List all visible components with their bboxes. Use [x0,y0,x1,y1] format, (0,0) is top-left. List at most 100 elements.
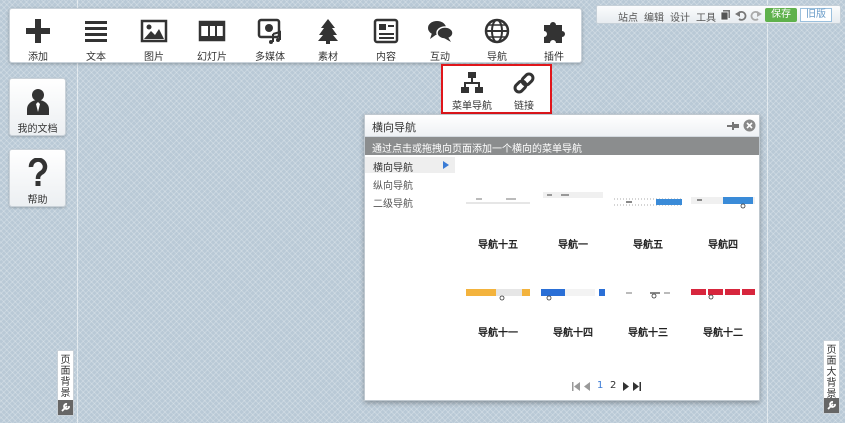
navigation-panel: 横向导航 通过点击或拖拽向页面添加一个横向的菜单导航 横向导航 纵向导航 二级导… [364,114,760,401]
page-background-tab[interactable]: 页面背景 [57,350,74,416]
last-page-icon[interactable] [633,382,641,391]
nav-preview [691,197,755,209]
nav-thumbnail[interactable]: 导航五 [610,190,686,260]
category-secondary-nav[interactable]: 二级导航 [365,193,455,210]
text-lines-icon [85,21,107,42]
filmstrip-icon [198,20,226,42]
tool-navigation[interactable]: 导航 [469,9,525,64]
category-vertical-nav[interactable]: 纵向导航 [365,175,455,192]
tool-material-label: 素材 [318,52,338,63]
tool-add[interactable]: 添加 [10,9,66,64]
nav-thumbnail[interactable]: 导航十三 [610,278,686,348]
tool-image-label: 图片 [144,52,164,63]
nav-thumbnail-name: 导航十三 [628,328,668,339]
tool-text[interactable]: 文本 [68,9,124,64]
redo-icon[interactable] [750,9,762,21]
question-mark-icon [28,158,48,186]
person-icon [27,89,49,115]
category-label: 纵向导航 [373,181,413,192]
my-documents-label: 我的文档 [17,124,58,135]
nav-thumbnail[interactable]: 导航十四 [535,278,611,348]
menu-site[interactable]: 站点 [618,9,638,24]
category-label: 二级导航 [373,199,413,210]
panel-header: 横向导航 [365,115,759,137]
nav-preview [691,289,755,300]
undo-icon[interactable] [735,9,747,21]
panel-title: 横向导航 [372,121,416,134]
globe-icon [484,18,510,44]
help-label: 帮助 [27,195,48,206]
nav-preview [543,192,603,198]
multimedia-icon [257,18,281,44]
puzzle-icon [544,22,565,43]
old-version-button[interactable]: 旧版 [800,8,832,22]
link-button[interactable]: 链接 [500,66,548,112]
copy-icon[interactable] [720,9,732,21]
nav-preview [466,289,530,301]
tool-add-label: 添加 [28,52,48,63]
prev-page-icon[interactable] [583,382,591,391]
tool-material[interactable]: 素材 [300,9,356,64]
menu-navigation-label: 菜单导航 [452,101,492,112]
main-toolbar: 添加 文本 图片 幻灯片 多媒体 素材 内容 互动 导航 插件 [9,8,582,63]
tool-plugin-label: 插件 [544,52,564,63]
tool-slideshow[interactable]: 幻灯片 [184,9,240,64]
wrench-icon [824,398,839,413]
first-page-icon[interactable] [572,382,580,391]
my-documents-button[interactable]: 我的文档 [9,78,66,136]
pin-icon[interactable] [727,121,739,131]
nav-preview [614,198,682,206]
link-icon [513,72,535,94]
tree-icon [318,19,338,44]
nav-thumbnail-name: 导航十二 [703,328,743,339]
chat-bubbles-icon [428,21,454,42]
tool-interaction[interactable]: 互动 [412,9,468,64]
page-big-background-tab-label: 页面大背景 [826,345,837,400]
tool-content[interactable]: 内容 [358,9,414,64]
nav-thumbnail[interactable]: 导航四 [685,190,761,260]
tool-navigation-label: 导航 [487,52,507,63]
close-icon[interactable] [743,119,756,132]
help-button[interactable]: 帮助 [9,149,66,207]
nav-preview [626,292,670,299]
nav-thumbnail-name: 导航十五 [478,240,518,251]
sitemap-icon [461,72,483,93]
panel-hint-bar: 通过点击或拖拽向页面添加一个横向的菜单导航 [365,137,759,155]
menu-edit[interactable]: 编辑 [644,9,664,24]
plus-icon [26,19,50,43]
nav-thumbnail-name: 导航四 [708,240,738,251]
nav-thumbnail[interactable]: 导航十一 [460,278,536,348]
nav-thumbnail[interactable]: 导航十五 [460,190,536,260]
nav-preview [466,198,530,204]
tool-content-label: 内容 [376,52,396,63]
tool-image[interactable]: 图片 [126,9,182,64]
tool-multimedia[interactable]: 多媒体 [242,9,298,64]
save-button[interactable]: 保存 [765,8,797,22]
top-menu: 站点 编辑 设计 工具 保存 旧版 [596,5,841,24]
tool-text-label: 文本 [86,52,106,63]
page-2[interactable]: 2 [610,380,616,391]
menu-tools[interactable]: 工具 [696,9,716,24]
nav-thumbnail-name: 导航十一 [478,328,518,339]
wrench-icon [58,400,73,415]
navigation-subtoolbar: 菜单导航 链接 [441,64,552,114]
image-icon [140,19,168,43]
nav-preview [541,289,605,301]
link-label: 链接 [514,101,534,112]
page-big-background-tab[interactable]: 页面大背景 [823,340,840,414]
pagination: 1 2 [572,380,652,394]
content-icon [373,18,399,44]
next-page-icon[interactable] [622,382,630,391]
menu-navigation-button[interactable]: 菜单导航 [448,66,496,112]
nav-thumbnail-name: 导航十四 [553,328,593,339]
menu-design[interactable]: 设计 [670,9,690,24]
category-label: 横向导航 [373,163,413,174]
category-horizontal-nav[interactable]: 横向导航 [365,157,455,174]
tool-interaction-label: 互动 [430,52,450,63]
nav-thumbnail[interactable]: 导航一 [535,190,611,260]
page-background-tab-label: 页面背景 [60,355,71,399]
nav-thumbnail[interactable]: 导航十二 [685,278,761,348]
tool-plugin[interactable]: 插件 [526,9,582,64]
arrow-right-icon [443,161,449,169]
page-1[interactable]: 1 [597,380,603,391]
